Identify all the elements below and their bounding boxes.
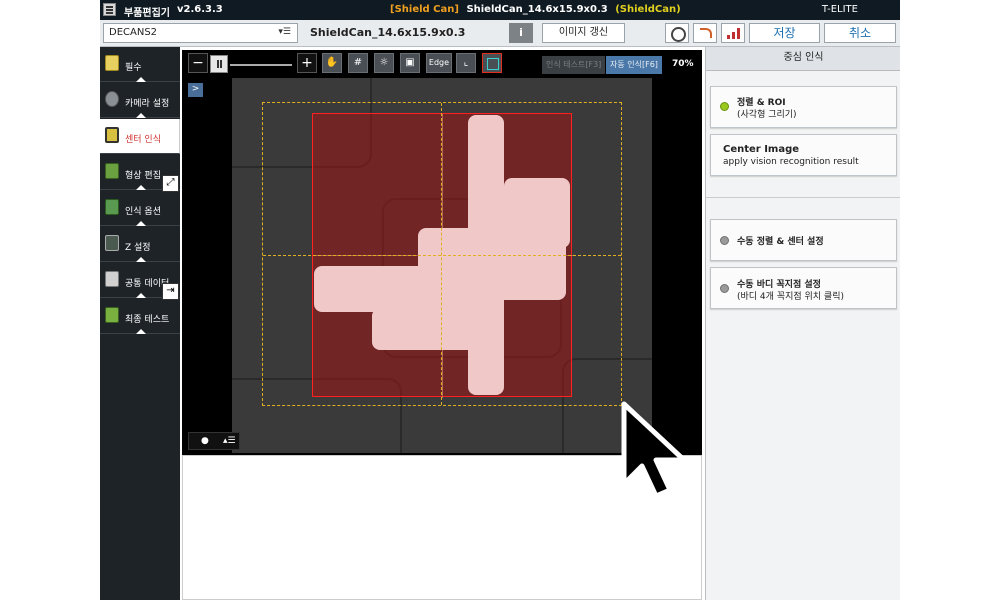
panel-toggle-button[interactable]: > xyxy=(188,83,203,97)
cancel-button[interactable]: 취소 xyxy=(824,23,896,43)
auto-teach-icon[interactable] xyxy=(665,23,689,43)
save-image-icon[interactable]: ▣ xyxy=(400,53,420,73)
search-area-center-v xyxy=(441,103,442,405)
expand-icon[interactable]: ⤢ xyxy=(162,175,179,192)
checklist-icon xyxy=(105,55,119,71)
info-button[interactable]: i xyxy=(509,23,533,43)
z-setting-icon xyxy=(105,235,119,251)
mouse-cursor-icon xyxy=(621,401,687,499)
edge-button[interactable]: Edge xyxy=(426,53,452,73)
sidebar-item-label: 센터 인식 xyxy=(125,135,161,145)
app-version: v2.6.3.3 xyxy=(177,4,223,15)
sidebar-item-label: Z 설정 xyxy=(125,243,151,253)
zoom-slider-track[interactable] xyxy=(230,64,292,66)
zoom-level: 70% xyxy=(672,59,694,69)
title-part-family: (ShieldCan) xyxy=(615,4,681,15)
undo-icon[interactable] xyxy=(693,23,717,43)
manual-body-corner-button[interactable]: 수동 바디 꼭지점 설정 (바디 4개 꼭지점 위치 클릭) xyxy=(710,267,897,309)
roi-select-icon[interactable] xyxy=(482,53,502,73)
pan-hand-icon[interactable]: ✋ xyxy=(322,53,342,73)
auto-recognition-button[interactable]: 자동 인식[F6] xyxy=(606,56,662,74)
sidebar-item-label: 인식 옵션 xyxy=(125,207,161,217)
grid-icon[interactable]: # xyxy=(348,53,368,73)
zoom-slider-thumb[interactable] xyxy=(210,55,228,73)
center-image-title: Center Image xyxy=(723,144,800,155)
status-led-icon xyxy=(720,236,729,245)
left-sidebar: 필수 카메라 설정 센터 인식 형상 편집 인식 옵션 Z 설정 공통 데이터 … xyxy=(100,47,180,600)
search-area-center-h xyxy=(263,255,621,256)
part-name-label: ShieldCan_14.6x15.9x0.3 xyxy=(310,26,466,39)
sidebar-item-label: 필수 xyxy=(125,63,142,73)
sidebar-item-z-settings[interactable]: Z 설정 xyxy=(100,227,180,262)
search-area-roi[interactable] xyxy=(262,102,622,406)
app-icon xyxy=(103,3,116,16)
sidebar-item-label: 카메라 설정 xyxy=(125,99,170,109)
display-options-menu[interactable]: ● ▴☰ xyxy=(188,432,240,450)
camera-gear-icon xyxy=(105,91,119,107)
title-part-info: [Shield Can] ShieldCan_14.6x15.9x0.3 (Sh… xyxy=(390,4,681,15)
manual-align-center-title: 수동 정렬 & 센터 설정 xyxy=(737,237,824,247)
panel-divider xyxy=(706,197,900,198)
title-part-name: ShieldCan_14.6x15.9x0.3 xyxy=(466,4,608,15)
recognition-option-icon xyxy=(105,199,119,215)
target-chip-icon xyxy=(105,127,119,143)
title-part-type: [Shield Can] xyxy=(390,4,459,15)
right-panel: 중심 인식 정렬 & ROI (사각형 그리기) Center Image ap… xyxy=(705,47,900,600)
sidebar-item-label: 최종 테스트 xyxy=(125,315,170,325)
panel-title: 중심 인식 xyxy=(706,47,900,71)
model-select-value: DECANS2 xyxy=(109,27,158,38)
sidebar-item-recognition-options[interactable]: 인식 옵션 xyxy=(100,191,180,226)
brand-label: T-ELITE xyxy=(821,4,858,15)
light-bulb-icon[interactable]: ☼ xyxy=(374,53,394,73)
common-data-icon xyxy=(105,271,119,287)
signal-bars-icon[interactable] xyxy=(721,23,745,43)
sidebar-item-camera-settings[interactable]: 카메라 설정 xyxy=(100,83,180,118)
final-test-icon xyxy=(105,307,119,323)
title-bar: 부품편집기 v2.6.3.3 [Shield Can] ShieldCan_14… xyxy=(100,0,900,20)
refresh-image-button[interactable]: 이미지 갱신 xyxy=(542,23,625,43)
model-select[interactable]: DECANS2 ▾☰ xyxy=(103,23,298,43)
dropdown-list-icon: ▾☰ xyxy=(278,27,291,37)
center-image-button[interactable]: Center Image apply vision recognition re… xyxy=(710,134,897,176)
display-list-icon: ▴☰ xyxy=(223,436,236,446)
shape-edit-icon xyxy=(105,163,119,179)
axis-icon[interactable]: ⌞ xyxy=(456,53,476,73)
manual-body-corner-subtitle: (바디 4개 꼭지점 위치 클릭) xyxy=(737,292,844,302)
camera-image[interactable] xyxy=(232,78,652,453)
image-viewer[interactable]: − + ✋ # ☼ ▣ Edge ⌞ 인식 테스트[F3] 자동 인식[F6] … xyxy=(182,50,702,455)
save-button[interactable]: 저장 xyxy=(749,23,820,43)
manual-align-center-button[interactable]: 수동 정렬 & 센터 설정 xyxy=(710,219,897,261)
main-toolbar: DECANS2 ▾☰ ShieldCan_14.6x15.9x0.3 i 이미지… xyxy=(100,20,900,47)
align-roi-button[interactable]: 정렬 & ROI (사각형 그리기) xyxy=(710,86,897,128)
zoom-in-button[interactable]: + xyxy=(297,53,317,73)
sidebar-item-final-test[interactable]: 최종 테스트 xyxy=(100,299,180,334)
center-image-subtitle: apply vision recognition result xyxy=(723,157,859,167)
sidebar-item-center-recognition[interactable]: 센터 인식 xyxy=(100,119,180,154)
sidebar-item-label: 형상 편집 xyxy=(125,171,161,181)
display-dot-icon: ● xyxy=(201,436,209,446)
part-editor-window: 부품편집기 v2.6.3.3 [Shield Can] ShieldCan_14… xyxy=(100,0,900,600)
status-led-icon xyxy=(720,284,729,293)
app-name: 부품편집기 xyxy=(124,8,170,19)
sidebar-item-required[interactable]: 필수 xyxy=(100,47,180,82)
exit-icon[interactable]: ⇥ xyxy=(162,283,179,300)
status-led-icon xyxy=(720,102,729,111)
align-roi-subtitle: (사각형 그리기) xyxy=(737,110,797,120)
recognition-test-button[interactable]: 인식 테스트[F3] xyxy=(542,56,606,74)
viewer-toolbar: − + ✋ # ☼ ▣ Edge ⌞ 인식 테스트[F3] 자동 인식[F6] … xyxy=(182,50,702,78)
zoom-out-button[interactable]: − xyxy=(188,53,208,73)
